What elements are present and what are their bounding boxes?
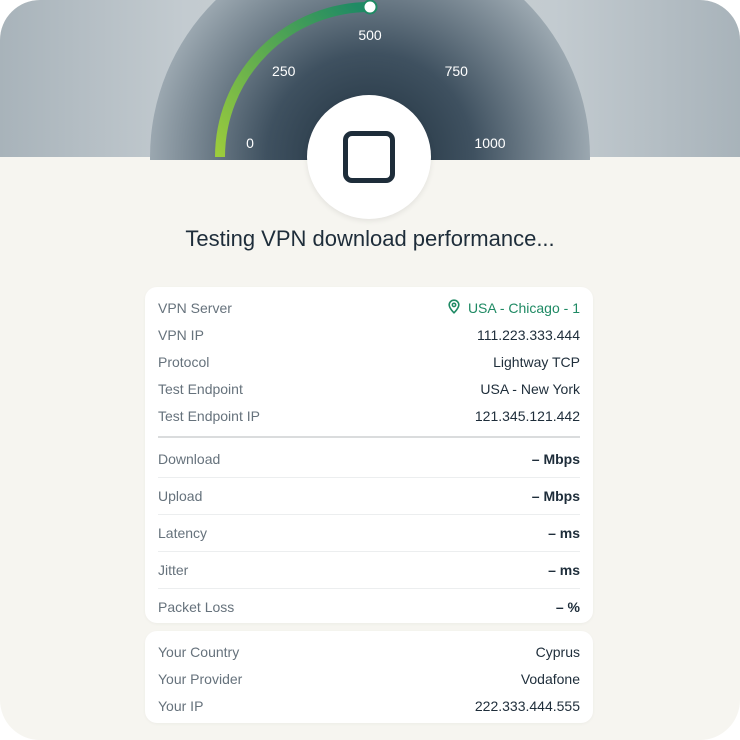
metric-row-label: Latency	[158, 525, 208, 541]
connection-row-label: Test Endpoint	[158, 380, 243, 397]
gauge-tick-label: 500	[358, 27, 382, 43]
metric-row-label: Jitter	[158, 562, 189, 578]
gauge-tick-label: 750	[444, 62, 468, 79]
metric-row-label: Packet Loss	[158, 599, 235, 615]
stop-test-button[interactable]	[307, 95, 431, 219]
metric-row: Upload – Mbps	[158, 478, 580, 515]
user-info-row-label: Your Provider	[158, 670, 243, 687]
connection-row: VPN Server USA - Chicago - 1	[158, 294, 580, 321]
connection-row-value: Lightway TCP	[493, 353, 580, 370]
user-info-row-label: Your IP	[158, 697, 204, 714]
gauge-tick-label: 1000	[474, 135, 506, 151]
user-info-row: Your Provider Vodafone	[158, 665, 580, 692]
location-pin-icon	[448, 298, 460, 317]
user-info-row: Your IP 222.333.444.555	[158, 692, 580, 719]
gauge-tick-label: 0	[246, 135, 254, 151]
connection-info-list: VPN Server USA - Chicago - 1 VPN IP 111.223…	[158, 287, 580, 429]
connection-row-value: 121.345.121.442	[474, 407, 580, 424]
user-info-card: Your Country Cyprus Your Provider Vodafone Y…	[145, 631, 593, 723]
server-location: USA - Chicago - 1	[448, 298, 580, 317]
connection-row-label: Protocol	[158, 353, 210, 370]
metric-row-value: – Mbps	[531, 488, 580, 504]
user-info-row-label: Your Country	[158, 643, 240, 660]
connection-row: Protocol Lightway TCP	[158, 348, 580, 375]
metric-row-value: – %	[555, 599, 580, 615]
user-info-row-value: Cyprus	[535, 643, 580, 660]
stop-square-icon	[343, 131, 395, 183]
metric-row: Jitter – ms	[158, 552, 580, 589]
user-info-row-value: 222.333.444.555	[474, 697, 580, 714]
connection-row-label: Test Endpoint IP	[158, 407, 260, 424]
user-info-list: Your Country Cyprus Your Provider Vodafone Y…	[158, 631, 580, 719]
test-details-card: VPN Server USA - Chicago - 1 VPN IP 111.223…	[145, 287, 593, 623]
connection-row-value: USA - Chicago - 1	[467, 299, 580, 316]
metrics-list: Download – Mbps Upload – Mbps Latency – ms Jit…	[158, 438, 580, 625]
status-headline: Testing VPN download performance...	[185, 226, 555, 251]
connection-row-value: USA - New York	[480, 380, 580, 397]
connection-row: VPN IP 111.223.333.444	[158, 321, 580, 348]
metric-row: Latency – ms	[158, 515, 580, 552]
user-info-row: Your Country Cyprus	[158, 638, 580, 665]
connection-row-value: 111.223.333.444	[476, 326, 580, 343]
connection-row-label: VPN IP	[158, 326, 204, 343]
metric-row-label: Download	[158, 451, 221, 467]
metric-row: Download – Mbps	[158, 441, 580, 478]
user-info-row-value: Vodafone	[520, 670, 580, 687]
speed-test-window: 0 250 500 750 1000 Testing VPN download perf…	[0, 0, 740, 740]
metric-row-label: Upload	[158, 488, 203, 504]
connection-row-label: VPN Server	[158, 299, 232, 316]
metric-row-value: – ms	[548, 562, 580, 578]
gauge-progress-knob	[362, 0, 378, 15]
gauge-tick-label: 250	[272, 62, 296, 79]
connection-row: Test Endpoint IP 121.345.121.442	[158, 402, 580, 429]
metric-row-value: – ms	[548, 525, 580, 541]
metric-row: Packet Loss – %	[158, 589, 580, 625]
metric-row-value: – Mbps	[531, 451, 580, 467]
connection-row: Test Endpoint USA - New York	[158, 375, 580, 402]
